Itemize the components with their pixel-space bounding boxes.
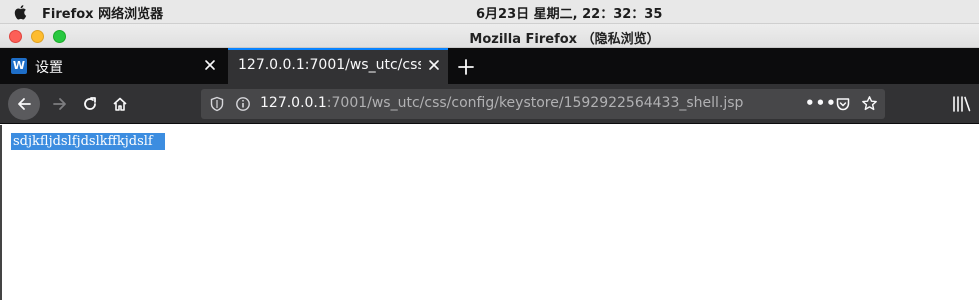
url-text[interactable]: 127.0.0.1:7001/ws_utc/css/config/keystor… (260, 95, 743, 111)
home-icon (113, 97, 127, 111)
system-clock[interactable]: 6月23日 星期二, 22：32：35 (476, 3, 662, 22)
page-actions-menu-button[interactable]: ••• (805, 94, 837, 112)
url-host: 127.0.0.1 (260, 95, 327, 111)
tab-label: 127.0.0.1:7001/ws_utc/css/ (238, 57, 421, 73)
tab-settings[interactable]: W 设置 (0, 48, 227, 84)
home-button[interactable] (104, 88, 136, 120)
selected-page-text[interactable]: sdjkfljdslfjdslkffkjdslf (11, 133, 165, 150)
address-bar[interactable]: 127.0.0.1:7001/ws_utc/css/config/keystor… (201, 89, 885, 119)
arrow-left-icon (18, 98, 31, 110)
close-tab-icon[interactable] (426, 57, 442, 73)
tracking-protection-shield-icon[interactable] (209, 96, 225, 112)
site-info-icon[interactable] (235, 96, 251, 112)
os-menubar: Firefox 网络浏览器 6月23日 星期二, 22：32：35 (0, 0, 979, 24)
close-tab-icon[interactable] (202, 57, 218, 73)
library-icon[interactable] (952, 95, 972, 113)
back-button[interactable] (8, 88, 40, 120)
page-content: sdjkfljdslfjdslkffkjdslf (0, 125, 979, 300)
forward-button[interactable] (44, 88, 76, 120)
settings-favicon-icon: W (11, 58, 27, 74)
window-title: Mozilla Firefox （隐私浏览） (469, 32, 660, 47)
reload-button[interactable] (74, 88, 106, 120)
tab-current-page[interactable]: 127.0.0.1:7001/ws_utc/css/ (228, 48, 448, 84)
tab-label: 设置 (35, 60, 63, 76)
url-path: :7001/ws_utc/css/config/keystore/1592922… (326, 95, 744, 111)
new-tab-plus-icon[interactable] (456, 57, 476, 77)
window-titlebar: Mozilla Firefox （隐私浏览） (0, 24, 979, 48)
bookmark-star-icon[interactable] (861, 95, 878, 112)
pocket-icon[interactable] (835, 96, 851, 112)
active-app-name[interactable]: Firefox 网络浏览器 (42, 3, 163, 22)
reload-icon (84, 97, 96, 110)
arrow-right-icon (53, 98, 66, 110)
tab-strip: W 设置 127.0.0.1:7001/ws_utc/css/ (0, 48, 979, 84)
apple-logo-icon[interactable] (12, 3, 30, 21)
